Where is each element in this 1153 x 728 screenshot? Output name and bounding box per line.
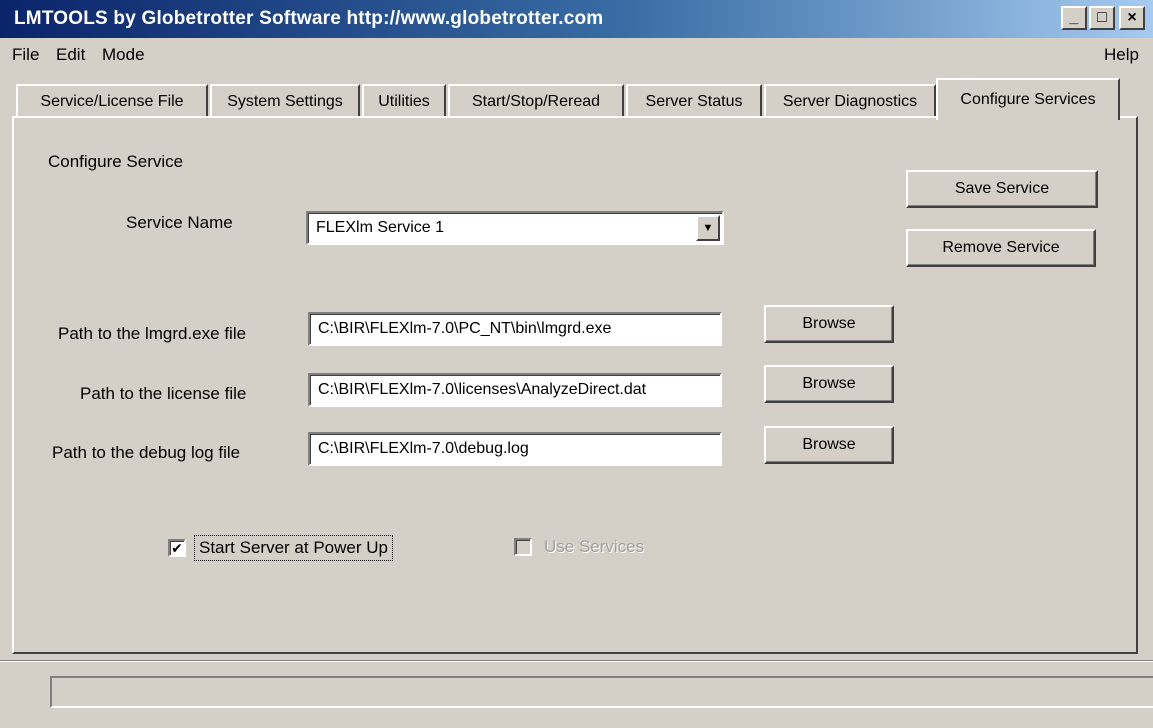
empty-checkbox-icon <box>514 538 532 556</box>
start-server-power-up-checkbox[interactable]: ✔ Start Server at Power Up <box>168 535 393 561</box>
browse-label: Browse <box>802 375 856 392</box>
tab-label: Service/License File <box>40 93 184 110</box>
minimize-button[interactable]: _ <box>1061 6 1087 30</box>
close-button[interactable]: × <box>1119 6 1145 30</box>
window-title: LMTOOLS by Globetrotter Software http://… <box>14 8 604 29</box>
tab-server-status[interactable]: Server Status <box>626 84 762 118</box>
maximize-button[interactable]: □ <box>1089 6 1115 30</box>
title-bar[interactable]: LMTOOLS by Globetrotter Software http://… <box>0 0 1153 38</box>
debug-log-path-label: Path to the debug log file <box>52 443 241 462</box>
start-server-power-up-label: Start Server at Power Up <box>194 535 393 561</box>
debug-log-path-input[interactable] <box>308 432 722 466</box>
tab-label: System Settings <box>227 93 343 110</box>
service-name-value: FLEXlm Service 1 <box>316 219 445 236</box>
status-separator <box>0 660 1153 662</box>
tab-label: Server Diagnostics <box>782 93 918 110</box>
tab-server-diagnostics[interactable]: Server Diagnostics <box>764 84 936 118</box>
lmgrd-path-label: Path to the lmgrd.exe file <box>58 324 247 343</box>
tab-service-license-file[interactable]: Service/License File <box>16 84 208 118</box>
minimize-icon: _ <box>1069 9 1079 26</box>
menu-edit[interactable]: Edit <box>56 45 85 65</box>
section-title: Configure Service <box>48 152 184 171</box>
checkmark-icon[interactable]: ✔ <box>168 539 186 557</box>
menu-file[interactable]: File <box>12 45 39 65</box>
tab-system-settings[interactable]: System Settings <box>210 84 360 118</box>
service-name-label: Service Name <box>126 213 233 232</box>
window-controls: _ □ × <box>1061 6 1145 30</box>
tab-label: Utilities <box>378 93 430 110</box>
tab-configure-services[interactable]: Configure Services <box>936 78 1120 120</box>
browse-lmgrd-button[interactable]: Browse <box>764 305 894 343</box>
use-services-checkbox: Use Services <box>514 535 648 559</box>
close-icon: × <box>1127 9 1137 26</box>
tab-start-stop-reread[interactable]: Start/Stop/Reread <box>448 84 624 118</box>
chevron-down-icon[interactable]: ▼ <box>696 215 720 241</box>
browse-label: Browse <box>802 436 856 453</box>
remove-service-button[interactable]: Remove Service <box>906 229 1096 267</box>
menu-bar: File Edit Mode Help <box>0 40 1153 70</box>
status-bar <box>50 676 1153 708</box>
save-service-label: Save Service <box>954 180 1050 197</box>
use-services-label: Use Services <box>544 537 645 556</box>
service-name-combo[interactable]: FLEXlm Service 1 ▼ <box>306 211 724 245</box>
tab-label: Server Status <box>645 93 743 110</box>
maximize-icon: □ <box>1097 9 1107 26</box>
license-path-input[interactable] <box>308 373 722 407</box>
lmgrd-path-input[interactable] <box>308 312 722 346</box>
license-path-label: Path to the license file <box>80 384 247 403</box>
remove-service-label: Remove Service <box>942 239 1060 256</box>
tab-label: Configure Services <box>960 91 1096 108</box>
tab-label: Start/Stop/Reread <box>471 93 601 110</box>
browse-license-button[interactable]: Browse <box>764 365 894 403</box>
menu-mode[interactable]: Mode <box>102 45 145 65</box>
browse-label: Browse <box>802 315 856 332</box>
tab-utilities[interactable]: Utilities <box>362 84 446 118</box>
browse-debug-log-button[interactable]: Browse <box>764 426 894 464</box>
menu-help[interactable]: Help <box>1104 45 1139 65</box>
save-service-button[interactable]: Save Service <box>906 170 1098 208</box>
